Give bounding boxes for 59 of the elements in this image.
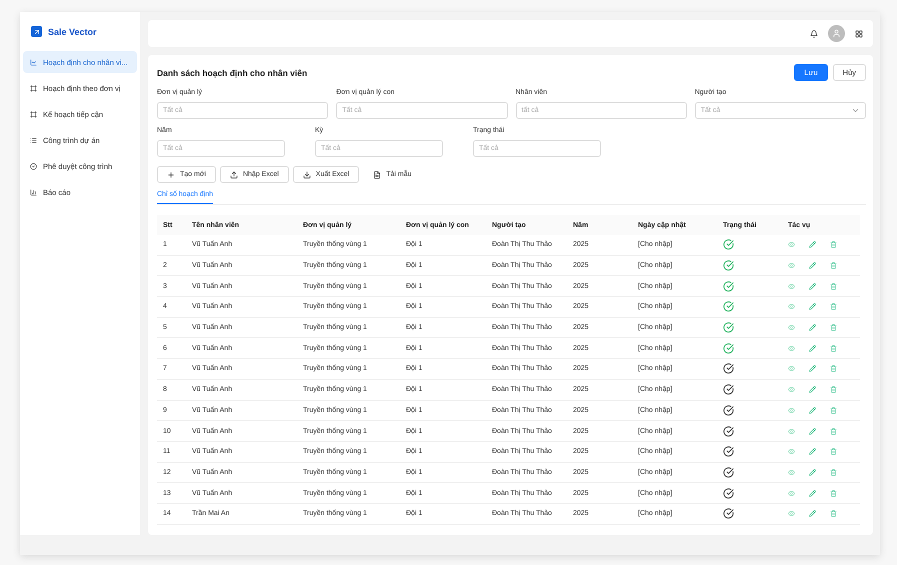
delete-icon[interactable] [830,262,837,270]
delete-icon[interactable] [830,406,837,414]
delete-icon[interactable] [830,241,837,248]
edit-icon[interactable] [809,510,816,518]
edit-icon[interactable] [809,303,816,310]
plus-icon [167,170,175,178]
edit-icon[interactable] [809,365,816,372]
delete-icon[interactable] [830,428,837,435]
list-icon [30,136,37,144]
edit-icon[interactable] [809,448,816,456]
delete-icon[interactable] [830,282,837,290]
app-name: Sale Vector [48,26,97,36]
bell-icon[interactable] [810,30,818,38]
view-icon[interactable] [788,490,795,497]
delete-icon[interactable] [830,365,837,372]
check-circle-icon [30,162,37,170]
chevron-down-icon [851,106,860,115]
view-icon[interactable] [788,282,795,290]
grid-icon[interactable] [855,30,863,38]
edit-icon[interactable] [809,468,816,476]
delete-icon[interactable] [830,468,837,476]
edit-icon[interactable] [809,324,816,332]
view-icon[interactable] [788,262,795,270]
edit-icon[interactable] [809,490,816,497]
view-icon[interactable] [788,448,795,456]
delete-icon[interactable] [830,344,837,352]
view-icon[interactable] [788,324,795,332]
frame-icon [30,110,37,118]
upload-icon [230,170,238,178]
delete-icon[interactable] [830,386,837,394]
delete-icon[interactable] [830,510,837,518]
bar-chart-icon [30,188,37,196]
frame-icon [30,84,37,92]
edit-icon[interactable] [809,428,816,435]
delete-icon[interactable] [830,448,837,456]
view-icon[interactable] [788,510,795,518]
view-icon[interactable] [788,241,795,248]
view-icon[interactable] [788,344,795,352]
view-icon[interactable] [788,406,795,414]
delete-icon[interactable] [830,303,837,310]
delete-icon[interactable] [830,490,837,497]
edit-icon[interactable] [809,386,816,394]
view-icon[interactable] [788,386,795,394]
edit-icon[interactable] [809,262,816,270]
view-icon[interactable] [788,428,795,435]
view-icon[interactable] [788,303,795,310]
edit-icon[interactable] [809,406,816,414]
page-title: Danh sách hoạch định cho nhân viên [157,68,308,78]
file-icon [373,170,382,178]
download-icon [302,170,311,178]
view-icon[interactable] [788,468,795,476]
line-chart-icon [30,58,37,66]
avatar[interactable] [828,25,845,42]
view-icon[interactable] [788,365,795,372]
edit-icon[interactable] [809,344,816,352]
logo-icon [31,26,42,37]
delete-icon[interactable] [830,324,837,332]
edit-icon[interactable] [809,282,816,290]
edit-icon[interactable] [809,241,816,248]
